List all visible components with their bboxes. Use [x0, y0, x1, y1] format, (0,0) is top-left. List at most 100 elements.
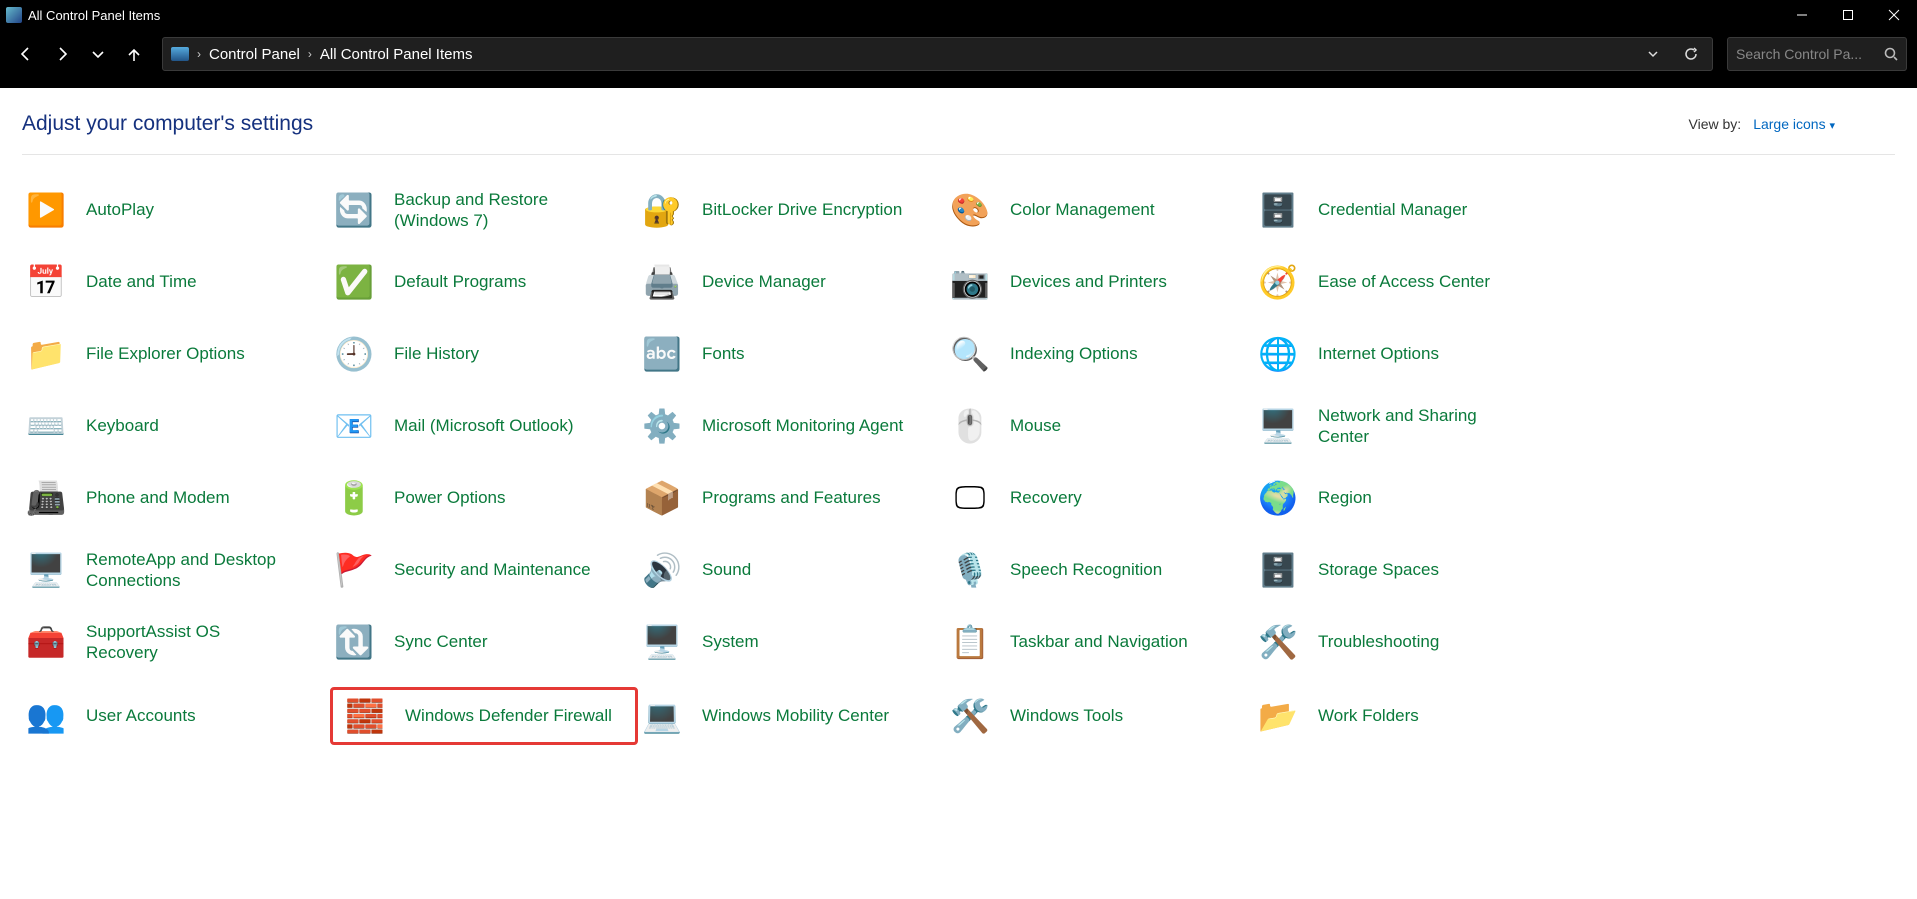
internet-icon: 🌐	[1256, 332, 1300, 376]
refresh-button[interactable]	[1674, 38, 1708, 70]
cpl-item-user-accounts[interactable]: 👥User Accounts	[22, 687, 330, 745]
cpl-label: Windows Tools	[1010, 705, 1123, 726]
cpl-item-recovery[interactable]: 🖵Recovery	[946, 471, 1254, 525]
cpl-item-color-management[interactable]: 🎨Color Management	[946, 183, 1254, 237]
cpl-item-file-explorer-options[interactable]: 📁File Explorer Options	[22, 327, 330, 381]
printers-icon: 📷	[948, 260, 992, 304]
cpl-item-region[interactable]: 🌍Region	[1254, 471, 1562, 525]
cpl-item-autoplay[interactable]: ▶️AutoPlay	[22, 183, 330, 237]
backup-icon: 🔄	[332, 188, 376, 232]
titlebar: All Control Panel Items	[0, 0, 1917, 30]
cpl-item-file-history[interactable]: 🕘File History	[330, 327, 638, 381]
cpl-label: Region	[1318, 487, 1372, 508]
cpl-item-speech-recognition[interactable]: 🎙️ Speech Recognition	[946, 543, 1254, 597]
cpl-item-mouse[interactable]: 🖱️Mouse	[946, 399, 1254, 453]
chevron-right-icon: ›	[308, 47, 312, 61]
cpl-label: Speech Recognition	[1010, 559, 1162, 580]
cpl-label: RemoteApp and Desktop Connections	[86, 549, 296, 592]
forward-button[interactable]	[46, 38, 78, 70]
cpl-label: Fonts	[702, 343, 745, 364]
cpl-item-power-options[interactable]: 🔋Power Options	[330, 471, 638, 525]
ease-icon: 🧭	[1256, 260, 1300, 304]
cpl-label: Credential Manager	[1318, 199, 1467, 220]
system-icon: 🖥️	[640, 620, 684, 664]
cpl-item-date-time[interactable]: 📅Date and Time	[22, 255, 330, 309]
cpl-item-devices-printers[interactable]: 📷 Devices and Printers	[946, 255, 1254, 309]
cpl-item-remoteapp[interactable]: 🖥️RemoteApp and Desktop Connections	[22, 543, 330, 597]
address-dropdown-button[interactable]	[1636, 38, 1670, 70]
file-history-icon: 🕘	[332, 332, 376, 376]
cpl-label: Security and Maintenance	[394, 559, 591, 580]
cpl-item-keyboard[interactable]: ⌨️Keyboard	[22, 399, 330, 453]
users-icon: 👥	[24, 694, 68, 738]
cpl-item-internet-options[interactable]: 🌐Internet Options	[1254, 327, 1562, 381]
cpl-item-work-folders[interactable]: 📂Work Folders	[1254, 687, 1562, 745]
cpl-item-indexing-options[interactable]: 🔍Indexing Options	[946, 327, 1254, 381]
breadcrumb-all-items[interactable]: All Control Panel Items	[320, 46, 473, 63]
cpl-item-monitoring-agent[interactable]: ⚙️Microsoft Monitoring Agent	[638, 399, 946, 453]
speech-icon: 🎙️	[948, 548, 992, 592]
cpl-item-network-sharing[interactable]: 🖥️ Network and Sharing Center	[1254, 399, 1562, 453]
address-bar[interactable]: › Control Panel › All Control Panel Item…	[162, 37, 1713, 71]
bitlocker-icon: 🔐	[640, 188, 684, 232]
cpl-item-fonts[interactable]: 🔤 Fonts	[638, 327, 946, 381]
cpl-item-default-programs[interactable]: ✅Default Programs	[330, 255, 638, 309]
minimize-button[interactable]	[1779, 0, 1825, 30]
cpl-item-backup-restore[interactable]: 🔄Backup and Restore (Windows 7)	[330, 183, 638, 237]
search-input[interactable]	[1736, 46, 1876, 62]
cpl-item-supportassist[interactable]: 🧰SupportAssist OS Recovery	[22, 615, 330, 669]
cpl-item-mobility-center[interactable]: 💻Windows Mobility Center	[638, 687, 946, 745]
breadcrumb-control-panel[interactable]: Control Panel	[209, 46, 300, 63]
taskbar-icon: 📋	[948, 620, 992, 664]
cpl-item-taskbar-navigation[interactable]: 📋 Taskbar and Navigation	[946, 615, 1254, 669]
cpl-item-phone-modem[interactable]: 📠Phone and Modem	[22, 471, 330, 525]
cpl-item-system[interactable]: 🖥️ System	[638, 615, 946, 669]
cpl-label: BitLocker Drive Encryption	[702, 199, 902, 220]
cpl-item-windows-defender-firewall[interactable]: 🧱Windows Defender Firewall	[330, 687, 638, 745]
cpl-item-storage-spaces[interactable]: 🗄️Storage Spaces	[1254, 543, 1562, 597]
cpl-item-bitlocker[interactable]: 🔐 BitLocker Drive Encryption	[638, 183, 946, 237]
viewby-dropdown[interactable]: Large icons ▾	[1753, 116, 1835, 132]
cpl-label: Troubleshooting	[1318, 631, 1439, 652]
cpl-item-programs-features[interactable]: 📦Programs and Features	[638, 471, 946, 525]
cpl-item-mail[interactable]: 📧Mail (Microsoft Outlook)	[330, 399, 638, 453]
cpl-item-sound[interactable]: 🔊Sound	[638, 543, 946, 597]
network-icon: 🖥️	[1256, 404, 1300, 448]
fonts-icon: 🔤	[640, 332, 684, 376]
programs-icon: 📦	[640, 476, 684, 520]
app-icon	[6, 7, 22, 23]
cpl-item-security-maintenance[interactable]: 🚩 Security and Maintenance	[330, 543, 638, 597]
cpl-label: Indexing Options	[1010, 343, 1138, 364]
cpl-label: Devices and Printers	[1010, 271, 1167, 292]
viewby-value: Large icons	[1753, 116, 1825, 132]
up-button[interactable]	[118, 38, 150, 70]
close-button[interactable]	[1871, 0, 1917, 30]
credentials-icon: 🗄️	[1256, 188, 1300, 232]
control-panel-grid: ▶️AutoPlay🔄Backup and Restore (Windows 7…	[22, 183, 1562, 745]
cpl-item-windows-tools[interactable]: 🛠️Windows Tools	[946, 687, 1254, 745]
security-icon: 🚩	[332, 548, 376, 592]
cpl-item-ease-of-access[interactable]: 🧭Ease of Access Center	[1254, 255, 1562, 309]
cpl-label: Storage Spaces	[1318, 559, 1439, 580]
cpl-label: Work Folders	[1318, 705, 1419, 726]
view-by-control: View by: Large icons ▾	[1689, 116, 1835, 132]
separator	[22, 154, 1895, 155]
cpl-label: Taskbar and Navigation	[1010, 631, 1188, 652]
cpl-label: System	[702, 631, 759, 652]
navigation-bar: › Control Panel › All Control Panel Item…	[0, 30, 1917, 78]
recent-locations-button[interactable]	[82, 38, 114, 70]
cpl-label: Recovery	[1010, 487, 1082, 508]
maximize-button[interactable]	[1825, 0, 1871, 30]
cpl-item-credential-manager[interactable]: 🗄️ Credential Manager	[1254, 183, 1562, 237]
cpl-label: Network and Sharing Center	[1318, 405, 1528, 448]
folder-options-icon: 📁	[24, 332, 68, 376]
cpl-label: Microsoft Monitoring Agent	[702, 415, 903, 436]
page-title: Adjust your computer's settings	[22, 112, 313, 136]
cpl-item-troubleshooting[interactable]: 🛠️Troubleshooting	[1254, 615, 1562, 669]
search-box[interactable]	[1727, 37, 1907, 71]
back-button[interactable]	[10, 38, 42, 70]
cpl-item-sync-center[interactable]: 🔃Sync Center	[330, 615, 638, 669]
cpl-item-device-manager[interactable]: 🖨️Device Manager	[638, 255, 946, 309]
color-icon: 🎨	[948, 188, 992, 232]
datetime-icon: 📅	[24, 260, 68, 304]
